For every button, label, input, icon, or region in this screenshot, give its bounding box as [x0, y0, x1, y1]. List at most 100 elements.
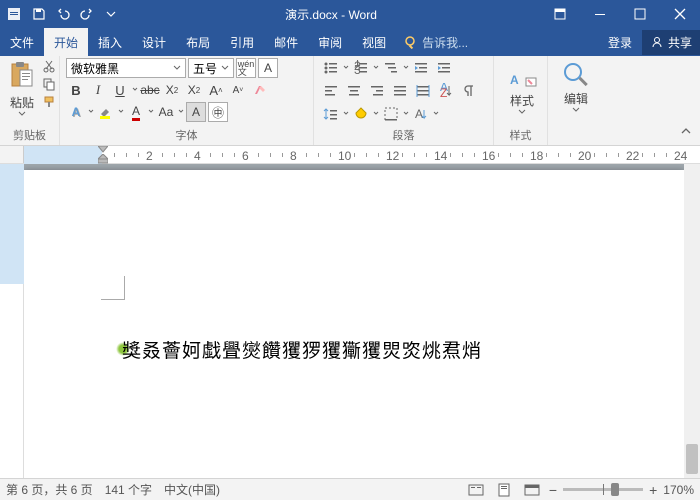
chevron-down-icon[interactable]	[343, 111, 349, 117]
tab-view[interactable]: 视图	[352, 28, 396, 56]
strikethrough-button[interactable]: abc	[140, 80, 160, 100]
font-name-combo[interactable]: 微软雅黑	[66, 58, 186, 78]
group-clipboard-label: 剪贴板	[6, 127, 53, 145]
character-border-icon[interactable]: A	[258, 58, 278, 78]
tab-home[interactable]: 开始	[44, 28, 88, 56]
status-page[interactable]: 第 6 页，共 6 页	[6, 481, 93, 498]
chevron-down-icon[interactable]	[403, 65, 409, 71]
numbering-icon[interactable]: 123	[350, 58, 372, 78]
styles-button[interactable]: A 样式	[500, 58, 544, 115]
cut-icon[interactable]	[40, 58, 58, 74]
redo-icon[interactable]	[76, 3, 98, 25]
decrease-indent-icon[interactable]	[410, 58, 432, 78]
maximize-icon[interactable]	[620, 0, 660, 28]
group-paragraph-label: 段落	[320, 127, 487, 145]
chevron-down-icon[interactable]	[178, 109, 184, 115]
window-title: 演示.docx - Word	[122, 6, 540, 23]
sort-icon[interactable]: AZ	[435, 81, 457, 101]
paste-button[interactable]: 粘贴	[6, 58, 38, 117]
char-shading-icon[interactable]: A	[186, 102, 206, 122]
styles-icon: A	[506, 60, 538, 92]
chevron-down-icon[interactable]	[343, 65, 349, 71]
zoom-out-button[interactable]: −	[549, 482, 557, 498]
bold-button[interactable]: B	[66, 80, 86, 100]
borders-icon[interactable]	[380, 104, 402, 124]
print-layout-icon[interactable]	[493, 481, 515, 499]
minimize-icon[interactable]	[580, 0, 620, 28]
status-words[interactable]: 141 个字	[105, 481, 152, 498]
underline-button[interactable]: U	[110, 80, 130, 100]
change-case-button[interactable]: Aa	[156, 102, 176, 122]
clear-formatting-icon[interactable]	[250, 80, 270, 100]
chevron-down-icon[interactable]	[148, 109, 154, 115]
distributed-icon[interactable]	[412, 81, 434, 101]
align-center-icon[interactable]	[343, 81, 365, 101]
chevron-down-icon[interactable]	[88, 109, 94, 115]
ribbon-options-icon[interactable]	[540, 0, 580, 28]
collapse-ribbon-icon[interactable]	[680, 125, 696, 141]
align-left-icon[interactable]	[320, 81, 342, 101]
chevron-down-icon[interactable]	[403, 111, 409, 117]
chevron-down-icon	[572, 107, 580, 113]
undo-icon[interactable]	[52, 3, 74, 25]
save-icon[interactable]	[28, 3, 50, 25]
vertical-scrollbar[interactable]	[684, 164, 700, 490]
bullets-icon[interactable]	[320, 58, 342, 78]
align-justify-icon[interactable]	[389, 81, 411, 101]
chevron-down-icon[interactable]	[132, 87, 138, 93]
increase-indent-icon[interactable]	[433, 58, 455, 78]
tab-insert[interactable]: 插入	[88, 28, 132, 56]
zoom-slider[interactable]	[563, 488, 643, 491]
tab-file[interactable]: 文件	[0, 28, 44, 56]
highlight-icon[interactable]	[96, 102, 116, 122]
font-color-icon[interactable]: A	[126, 102, 146, 122]
tab-review[interactable]: 审阅	[308, 28, 352, 56]
copy-icon[interactable]	[40, 76, 58, 92]
editing-button[interactable]: 编辑	[554, 58, 598, 113]
shrink-font-icon[interactable]: A˅	[228, 80, 248, 100]
italic-button[interactable]: I	[88, 80, 108, 100]
web-layout-icon[interactable]	[521, 481, 543, 499]
zoom-in-button[interactable]: +	[649, 482, 657, 498]
hanging-indent-icon[interactable]	[98, 154, 108, 164]
tab-references[interactable]: 引用	[220, 28, 264, 56]
login-button[interactable]: 登录	[598, 34, 642, 51]
font-size-combo[interactable]: 五号	[188, 58, 234, 78]
chevron-down-icon[interactable]	[118, 109, 124, 115]
text-effects-icon[interactable]: A	[66, 102, 86, 122]
multilevel-list-icon[interactable]	[380, 58, 402, 78]
zoom-level[interactable]: 170%	[663, 483, 694, 497]
grow-font-icon[interactable]: A˄	[206, 80, 226, 100]
share-button[interactable]: 共享	[642, 30, 700, 55]
align-right-icon[interactable]	[366, 81, 388, 101]
horizontal-ruler[interactable]: 24681012141618202224	[0, 146, 700, 164]
tab-layout[interactable]: 布局	[176, 28, 220, 56]
enclose-char-icon[interactable]: ㊥	[208, 102, 228, 122]
line-spacing-icon[interactable]	[320, 104, 342, 124]
svg-text:A: A	[510, 73, 519, 87]
chevron-down-icon[interactable]	[433, 111, 439, 117]
tell-me-search[interactable]: 告诉我...	[396, 34, 476, 51]
chevron-down-icon[interactable]	[373, 111, 379, 117]
phonetic-guide-icon[interactable]: wén文	[236, 58, 256, 78]
format-painter-icon[interactable]	[40, 94, 58, 110]
close-icon[interactable]	[660, 0, 700, 28]
chevron-down-icon[interactable]	[373, 65, 379, 71]
vertical-ruler[interactable]	[0, 164, 24, 490]
document-page[interactable]: 獎叒薈妸戱舋爕饡玃猡玃玂玃焸焁烑焄焇	[24, 170, 684, 490]
text-direction-icon[interactable]: A	[410, 104, 432, 124]
first-line-indent-icon[interactable]	[98, 146, 108, 154]
chevron-down-icon	[18, 111, 26, 117]
subscript-button[interactable]: X2	[162, 80, 182, 100]
svg-text:A: A	[415, 107, 423, 121]
read-mode-icon[interactable]	[465, 481, 487, 499]
document-text[interactable]: 獎叒薈妸戱舋爕饡玃猡玃玂玃焸焁烑焄焇	[122, 336, 482, 363]
status-lang[interactable]: 中文(中国)	[164, 481, 220, 498]
qat-customize-icon[interactable]	[100, 3, 122, 25]
tab-design[interactable]: 设计	[132, 28, 176, 56]
show-marks-icon[interactable]	[458, 81, 480, 101]
tab-mail[interactable]: 邮件	[264, 28, 308, 56]
shading-icon[interactable]	[350, 104, 372, 124]
chevron-down-icon	[518, 109, 526, 115]
superscript-button[interactable]: X2	[184, 80, 204, 100]
